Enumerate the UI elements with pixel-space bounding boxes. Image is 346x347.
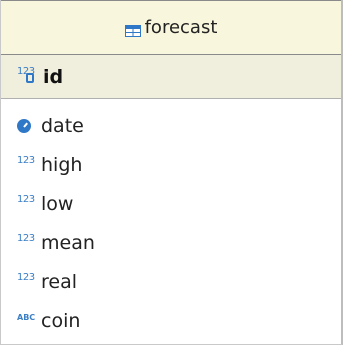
- clock-icon: [17, 118, 31, 133]
- column-row-coin[interactable]: ABC coin: [1, 301, 341, 340]
- table-icon: [124, 22, 141, 37]
- column-row-id[interactable]: 123 id: [1, 55, 341, 99]
- column-name: high: [41, 153, 83, 176]
- numeric-icon: 123: [17, 271, 35, 283]
- column-name: id: [43, 65, 64, 88]
- column-row-mean[interactable]: 123 mean: [1, 223, 341, 262]
- column-row-date[interactable]: date: [1, 106, 341, 145]
- entity-header[interactable]: forecast: [1, 0, 341, 55]
- numeric-icon: 123: [17, 154, 35, 166]
- entity-title: forecast: [144, 17, 218, 38]
- numeric-icon: 123: [17, 193, 35, 205]
- numeric-key-icon: 123: [17, 66, 41, 87]
- column-name: date: [41, 114, 84, 137]
- column-row-real[interactable]: 123 real: [1, 262, 341, 301]
- column-name: coin: [41, 309, 81, 332]
- column-name: real: [41, 270, 78, 293]
- column-row-low[interactable]: 123 low: [1, 184, 341, 223]
- numeric-icon: 123: [17, 232, 35, 244]
- column-name: mean: [41, 231, 95, 254]
- column-list: date 123 high 123 low 123 mean 123 real …: [1, 99, 341, 340]
- column-name: low: [41, 192, 74, 215]
- column-row-high[interactable]: 123 high: [1, 145, 341, 184]
- text-icon: ABC: [17, 312, 36, 322]
- entity-forecast[interactable]: forecast 123 id date 123 high 123 low 12…: [0, 0, 343, 345]
